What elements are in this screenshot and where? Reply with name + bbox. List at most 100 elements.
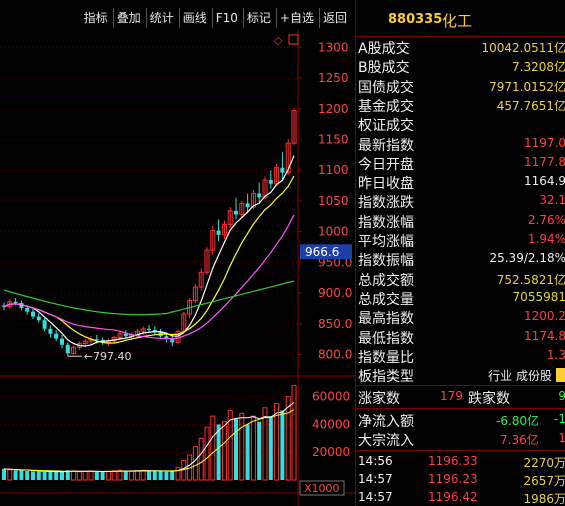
volume-bar [204, 426, 210, 481]
price-tick-label: 1300 [318, 40, 349, 54]
tick-volume: 1986万 [523, 492, 565, 506]
volume-bar [13, 470, 18, 480]
volume-bar [147, 470, 151, 480]
f10-button[interactable]: F10 [211, 8, 241, 28]
stock-terminal: { "toolbar": { "items": ["指标","叠加","统计",… [0, 0, 565, 506]
draw-line-button[interactable]: 画线 [178, 8, 210, 28]
stock-name: 化工 [442, 12, 473, 30]
volume-bar [94, 471, 99, 480]
tick-row: 14:57 1196.42 1986万 [356, 489, 565, 506]
quote-row: 今日开盘 1177.8 [356, 154, 565, 173]
price-tick-label: 1050 [318, 194, 349, 208]
volume-bar [192, 446, 198, 481]
net-inflow-row: 净流入额 -6.80亿 -1 [356, 411, 565, 430]
volume-bar [71, 470, 77, 481]
quote-label: 基金成交 [358, 98, 414, 115]
add-watchlist-button[interactable]: +自选 [275, 8, 317, 28]
candle-body [123, 333, 128, 337]
back-button[interactable]: 返回 [318, 8, 350, 28]
net-inflow-value: -6.80亿 [496, 414, 540, 428]
quote-label: 国债成交 [358, 79, 414, 96]
volume-tick-label: 60000 [312, 390, 350, 404]
quote-label: 指数量比 [358, 349, 414, 366]
square-icon[interactable] [288, 34, 299, 45]
quote-label: 昨日收盘 [358, 176, 414, 193]
up-count-label: 涨家数 [358, 391, 400, 407]
divider [356, 36, 565, 37]
tick-row: 14:57 1196.23 2657万 [356, 471, 565, 489]
candle-body [65, 344, 70, 354]
chart-toolbar: 指标 叠加 统计 画线 F10 标记 +自选 返回 [0, 8, 350, 30]
quote-value: 32.1 [539, 193, 565, 208]
quote-row: 最新指数 1197.0 [356, 135, 565, 154]
volume-bar [88, 470, 94, 481]
volume-bar [19, 470, 24, 480]
volume-bar [268, 416, 273, 480]
volume-tick-label: 40000 [312, 417, 350, 431]
price-tick-label: 1150 [318, 132, 349, 146]
volume-bar [245, 424, 250, 480]
candle-body [245, 203, 250, 208]
volume-bar [216, 424, 221, 480]
quote-label: 最低指数 [358, 330, 414, 347]
volume-bar [234, 418, 238, 480]
quote-row: 指数量比 1.3 [356, 347, 565, 366]
chart-grid [0, 30, 355, 506]
volume-ma10-line [3, 409, 295, 472]
candle-body [54, 333, 59, 339]
volume-bar [129, 470, 135, 481]
diamond-icon[interactable]: ◇ [274, 34, 283, 47]
volume-bar [48, 471, 53, 480]
tick-volume: 2270万 [523, 456, 565, 470]
tick-time: 14:57 [358, 490, 393, 504]
volume-bar [164, 471, 169, 480]
candle-body [25, 307, 30, 312]
net-inflow-label: 净流入额 [358, 414, 414, 430]
volume-bar [54, 471, 59, 480]
quote-label: 权证成交 [358, 118, 414, 135]
statistics-button[interactable]: 统计 [145, 8, 177, 28]
candle-body [257, 193, 262, 198]
volume-bar [140, 469, 146, 481]
tick-row: 14:56 1196.33 2270万 [356, 453, 565, 471]
moving-average-lines [3, 155, 295, 347]
tick-price: 1196.33 [428, 454, 478, 468]
quote-row: 指数涨幅 2.76% [356, 212, 565, 231]
quote-row: A股成交 10042.0511亿 [356, 38, 565, 57]
quote-row: 总成交量 7055981 [356, 289, 565, 308]
quote-value: 行业 成份股 [488, 369, 552, 384]
overlay-button[interactable]: 叠加 [112, 8, 144, 28]
volume-bar [170, 471, 175, 480]
quote-panel: 880335 化工 A股成交 10042.0511亿 B股成交 7.3208亿 国债成交… [355, 0, 565, 506]
quote-label: 板指类型 [358, 369, 414, 386]
volume-bar [2, 468, 6, 480]
quote-row: 指数涨跌 32.1 [356, 192, 565, 211]
down-count-value: 9 [558, 389, 565, 403]
volume-bar [285, 396, 291, 481]
volume-bar [76, 471, 82, 481]
quote-value: 1.94% [527, 232, 565, 246]
price-tick-label: 1200 [318, 102, 349, 116]
low-marker-label: ←797.40 [84, 350, 132, 363]
price-tick-label: 1100 [318, 163, 349, 177]
volume-bar [280, 410, 285, 480]
volume-bar [42, 471, 47, 480]
divider [356, 385, 565, 386]
quote-value: 7055981 [512, 289, 565, 304]
tick-price: 1196.42 [428, 490, 478, 504]
mark-button[interactable]: 标记 [242, 8, 274, 28]
volume-bar [175, 467, 181, 481]
kline-chart[interactable]: 1300125012001150110010501000950.0900.085… [0, 30, 355, 506]
volume-bar [111, 470, 117, 481]
quote-value: 7971.0152亿 [489, 79, 565, 94]
price-tick-label: 800.0 [318, 348, 352, 362]
candle-body [268, 180, 273, 184]
quote-label: B股成交 [358, 60, 410, 77]
volume-bar [123, 470, 128, 480]
quote-label: 指数涨幅 [358, 214, 414, 231]
tick-volume: 2657万 [523, 474, 565, 488]
volume-bar [250, 415, 256, 481]
divider [356, 450, 565, 451]
indicator-button[interactable]: 指标 [81, 8, 111, 28]
volume-bar [31, 471, 35, 480]
